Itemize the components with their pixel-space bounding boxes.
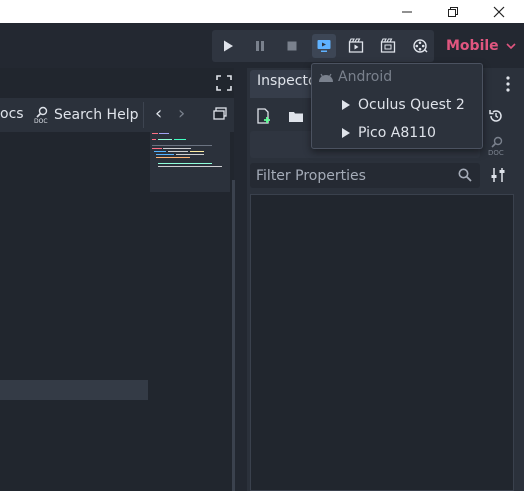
android-icon xyxy=(319,73,333,82)
editor-scrollbar[interactable] xyxy=(232,180,235,491)
property-tools-button[interactable] xyxy=(489,166,507,184)
device-2-label: Pico A8110 xyxy=(358,125,436,141)
tools-icon xyxy=(491,168,505,182)
stop-icon xyxy=(287,41,297,51)
editor-top-strip xyxy=(0,68,234,98)
open-resource-button[interactable] xyxy=(288,108,306,126)
open-documentation-button[interactable]: DOC xyxy=(487,135,509,157)
history-forward-button[interactable]: › xyxy=(178,103,185,124)
new-resource-button[interactable] xyxy=(256,108,274,126)
play-icon xyxy=(342,128,350,138)
history-icon xyxy=(489,110,502,122)
renderer-selector[interactable]: Mobile xyxy=(438,30,522,62)
renderer-label: Mobile xyxy=(446,38,499,54)
tab-inspector-label: Inspecto xyxy=(257,73,317,89)
menu-section-android: Android xyxy=(312,64,482,90)
history-back-button[interactable]: ‹ xyxy=(155,103,162,124)
movie-maker-button[interactable] xyxy=(408,34,432,58)
history-button[interactable] xyxy=(488,108,508,126)
pause-icon xyxy=(256,41,264,51)
search-icon xyxy=(457,167,473,183)
new-file-icon xyxy=(257,108,270,124)
online-docs-link[interactable]: ocs xyxy=(0,106,24,122)
distraction-free-button[interactable] xyxy=(216,75,234,93)
remote-deploy-button[interactable] xyxy=(312,34,336,58)
toolbar-divider xyxy=(143,102,144,128)
minimap-lines xyxy=(152,133,222,167)
search-help-label: Search Help xyxy=(54,107,139,123)
svg-text:DOC: DOC xyxy=(488,149,504,157)
android-label: Android xyxy=(338,69,393,85)
expand-icon xyxy=(216,75,232,91)
play-custom-scene-button[interactable] xyxy=(376,34,400,58)
kebab-menu-icon xyxy=(506,76,510,92)
minimize-icon xyxy=(402,11,412,12)
remote-deploy-icon xyxy=(317,40,331,52)
toggle-scripts-panel-button[interactable] xyxy=(212,106,230,124)
menu-item-device-2[interactable]: Pico A8110 xyxy=(312,120,482,146)
code-minimap[interactable] xyxy=(150,130,230,192)
minimize-button[interactable] xyxy=(384,0,430,23)
chevron-down-icon xyxy=(506,43,516,50)
play-custom-scene-icon xyxy=(380,38,396,53)
svg-text:DOC: DOC xyxy=(34,118,48,124)
restore-icon xyxy=(448,6,458,17)
play-icon xyxy=(224,40,233,52)
current-line-highlight xyxy=(0,380,148,400)
inspector-properties-panel xyxy=(250,194,514,491)
stop-button[interactable] xyxy=(280,34,304,58)
pause-button[interactable] xyxy=(248,34,272,58)
play-icon xyxy=(342,100,350,110)
play-scene-icon xyxy=(348,38,364,53)
search-doc-icon: DOC xyxy=(34,106,48,124)
menu-item-device-1[interactable]: Oculus Quest 2 xyxy=(312,92,482,118)
close-button[interactable] xyxy=(476,0,522,23)
filter-properties-input[interactable]: Filter Properties xyxy=(250,163,480,188)
search-help-button[interactable]: DOC Search Help xyxy=(34,106,138,124)
play-scene-button[interactable] xyxy=(344,34,368,58)
dock-splitter[interactable] xyxy=(234,68,247,491)
dock-menu-button[interactable] xyxy=(498,74,518,94)
close-icon xyxy=(493,6,505,17)
search-doc-icon: DOC xyxy=(488,136,504,157)
device-1-label: Oculus Quest 2 xyxy=(358,97,465,113)
restore-button[interactable] xyxy=(430,0,476,23)
movie-maker-icon xyxy=(413,39,428,53)
play-button[interactable] xyxy=(216,34,240,58)
folder-icon xyxy=(289,112,303,122)
window-layout-icon xyxy=(213,107,227,120)
filter-properties-placeholder: Filter Properties xyxy=(256,167,366,184)
